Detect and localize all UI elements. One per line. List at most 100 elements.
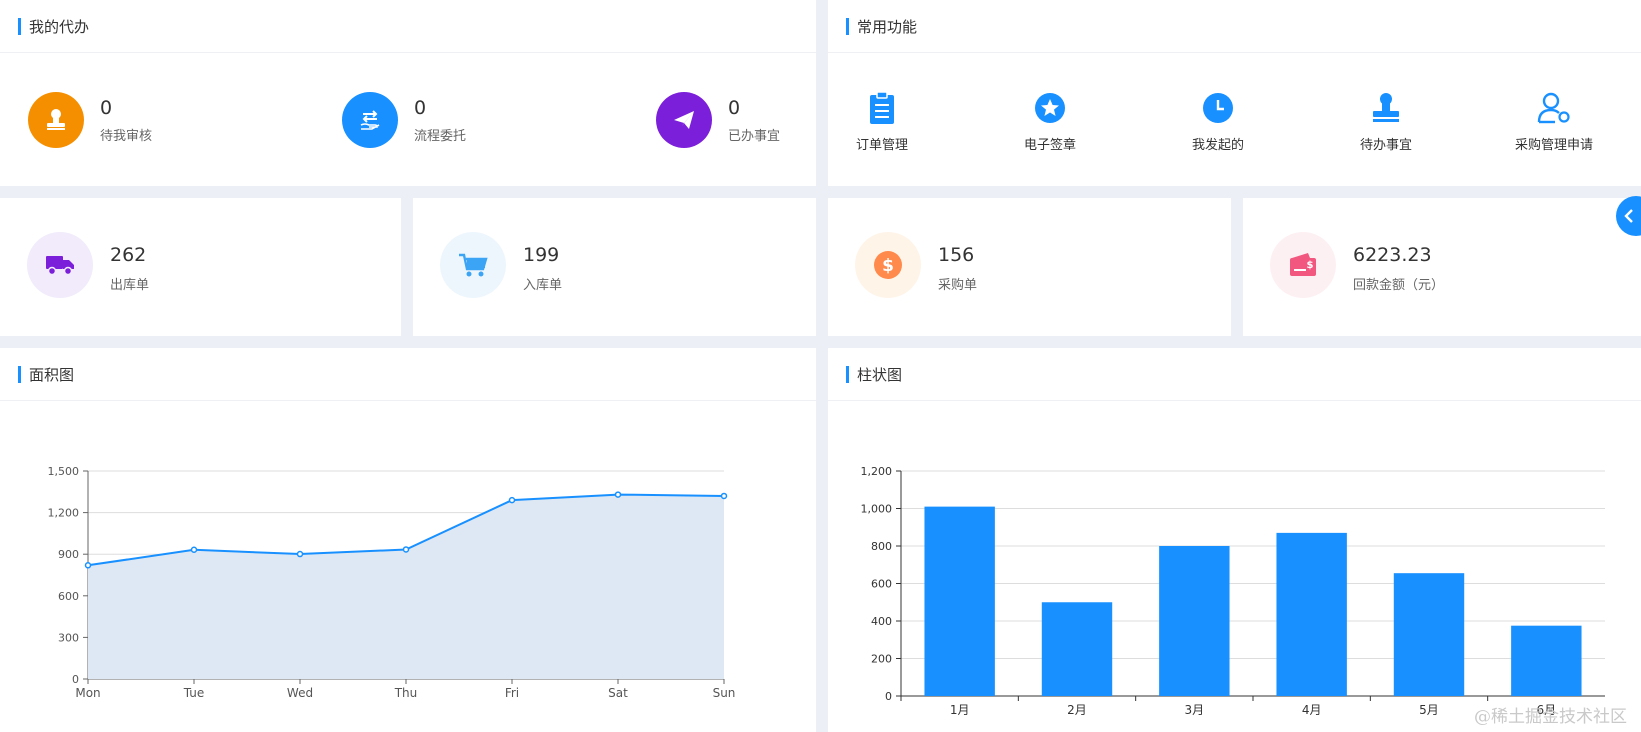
bar bbox=[1276, 532, 1347, 696]
title-accent-bar bbox=[846, 17, 849, 35]
stat-card-purchase[interactable]: $ 156 采购单 bbox=[828, 198, 1231, 336]
y-tick-label: 0 bbox=[72, 673, 79, 686]
y-tick-label: 400 bbox=[871, 615, 892, 628]
stat-card-inbound[interactable]: 199 入库单 bbox=[413, 198, 816, 336]
y-tick-label: 0 bbox=[885, 690, 892, 703]
area-chart: 0 300 600 900 1,200 1,500 Mon Tue Wed Thu Fri Sat Su… bbox=[48, 465, 736, 700]
x-tick-label: Sun bbox=[713, 686, 736, 700]
todo-item-completed[interactable]: 0 已办事宜 bbox=[656, 92, 780, 148]
bar-chart-header: 柱状图 bbox=[828, 348, 1641, 401]
x-tick-label: Fri bbox=[505, 686, 519, 700]
stat-card-outbound[interactable]: 262 出库单 bbox=[0, 198, 401, 336]
func-purchase-application[interactable]: 采购管理申请 bbox=[1499, 90, 1609, 153]
bar bbox=[1041, 602, 1113, 696]
user-settings-icon bbox=[1499, 90, 1609, 126]
bar-chart-title: 柱状图 bbox=[857, 365, 903, 384]
y-tick-label: 800 bbox=[871, 540, 892, 553]
y-tick-label: 200 bbox=[871, 653, 892, 666]
y-tick-label: 1,500 bbox=[48, 465, 80, 478]
common-functions-panel: 常用功能 订单管理 电子签章 我发起的 待办事宜 采购管理申请 bbox=[828, 0, 1641, 186]
bar-chart-panel: 柱状图 0 200 400 600 800 1,000 1,200 1月 2月 3月 4月 5月 6月 bbox=[828, 348, 1641, 732]
area-fill bbox=[88, 494, 724, 679]
bar bbox=[924, 506, 995, 696]
x-tick-label: 4月 bbox=[1302, 703, 1322, 717]
x-tick-label: 2月 bbox=[1067, 703, 1087, 717]
todo-panel-header: 我的代办 bbox=[0, 0, 816, 53]
stat-label: 采购单 bbox=[938, 278, 978, 293]
stamp-icon bbox=[1331, 90, 1441, 126]
func-label: 采购管理申请 bbox=[1514, 138, 1593, 153]
func-label: 我发起的 bbox=[1191, 138, 1244, 153]
stat-label: 回款金额（元） bbox=[1353, 278, 1445, 293]
todo-item-pending-review[interactable]: 0 待我审核 bbox=[28, 92, 152, 148]
svg-text:$: $ bbox=[1307, 260, 1314, 271]
stat-value: 156 bbox=[938, 244, 975, 266]
paper-plane-icon bbox=[656, 92, 712, 148]
data-point bbox=[402, 546, 410, 553]
data-point bbox=[614, 491, 622, 498]
x-tick-label: 3月 bbox=[1185, 703, 1205, 717]
stat-value: 6223.23 bbox=[1353, 244, 1432, 266]
data-point bbox=[84, 562, 92, 569]
todo-panel: 我的代办 0 待我审核 0 流程委托 0 已办事宜 bbox=[0, 0, 816, 186]
title-accent-bar bbox=[846, 365, 849, 383]
x-tick-label: 5月 bbox=[1419, 703, 1439, 717]
bar bbox=[1393, 573, 1465, 696]
hand-transfer-icon bbox=[342, 92, 398, 148]
x-tick-label: Wed bbox=[287, 686, 313, 700]
func-initiated-by-me[interactable]: 我发起的 bbox=[1163, 90, 1273, 153]
x-tick-label: 1月 bbox=[950, 703, 970, 717]
todo-count: 0 bbox=[100, 96, 113, 119]
bar bbox=[1159, 546, 1230, 696]
func-order-management[interactable]: 订单管理 bbox=[827, 90, 937, 153]
watermark-text: @稀土掘金技术社区 bbox=[1474, 707, 1627, 727]
x-tick-label: Tue bbox=[183, 686, 205, 700]
func-e-signature[interactable]: 电子签章 bbox=[995, 90, 1105, 153]
truck-icon bbox=[27, 232, 93, 298]
cart-icon bbox=[440, 232, 506, 298]
data-point bbox=[508, 496, 516, 504]
svg-text:$: $ bbox=[882, 256, 894, 276]
todo-count: 0 bbox=[728, 96, 741, 119]
common-functions-title: 常用功能 bbox=[857, 17, 918, 36]
star-badge-icon bbox=[995, 90, 1105, 126]
title-accent-bar bbox=[18, 17, 21, 35]
stat-value: 199 bbox=[523, 244, 560, 266]
data-point bbox=[296, 550, 304, 558]
y-tick-label: 1,000 bbox=[861, 503, 893, 516]
y-tick-label: 1,200 bbox=[861, 465, 893, 478]
side-collapse-button[interactable] bbox=[1616, 196, 1641, 236]
stat-card-payment[interactable]: $ 6223.23 回款金额（元） bbox=[1243, 198, 1641, 336]
area-chart-panel: 面积图 0 300 600 900 1,200 1,500 Mon Tue Wed Thu Fri S… bbox=[0, 348, 816, 732]
todo-count: 0 bbox=[414, 96, 427, 119]
x-tick-label: Sat bbox=[608, 686, 628, 700]
x-tick-label: Mon bbox=[75, 686, 100, 700]
data-point bbox=[720, 492, 728, 500]
stat-label: 入库单 bbox=[523, 278, 563, 293]
wallet-icon: $ bbox=[1270, 232, 1336, 298]
todo-item-process-delegation[interactable]: 0 流程委托 bbox=[342, 92, 466, 148]
func-label: 电子签章 bbox=[1023, 138, 1076, 153]
y-tick-label: 600 bbox=[871, 578, 892, 591]
area-chart-title: 面积图 bbox=[29, 365, 75, 384]
x-tick-label: Thu bbox=[394, 686, 418, 700]
todo-panel-title: 我的代办 bbox=[29, 17, 90, 36]
clipboard-icon bbox=[827, 90, 937, 126]
data-point bbox=[190, 546, 198, 554]
y-tick-label: 900 bbox=[58, 548, 79, 561]
y-tick-label: 600 bbox=[58, 590, 79, 603]
bar bbox=[1511, 625, 1582, 696]
stat-label: 出库单 bbox=[110, 278, 150, 293]
clock-icon bbox=[1163, 90, 1273, 126]
chevron-left-icon bbox=[1624, 209, 1633, 223]
title-accent-bar bbox=[18, 365, 21, 383]
common-functions-header: 常用功能 bbox=[828, 0, 1641, 53]
stat-value: 262 bbox=[110, 244, 147, 266]
func-label: 订单管理 bbox=[855, 138, 908, 153]
stamp-icon bbox=[28, 92, 84, 148]
y-tick-label: 1,200 bbox=[48, 507, 80, 520]
todo-label: 已办事宜 bbox=[728, 128, 781, 144]
dollar-coin-icon: $ bbox=[855, 232, 921, 298]
func-todo-matters[interactable]: 待办事宜 bbox=[1331, 90, 1441, 153]
area-chart-header: 面积图 bbox=[0, 348, 816, 401]
